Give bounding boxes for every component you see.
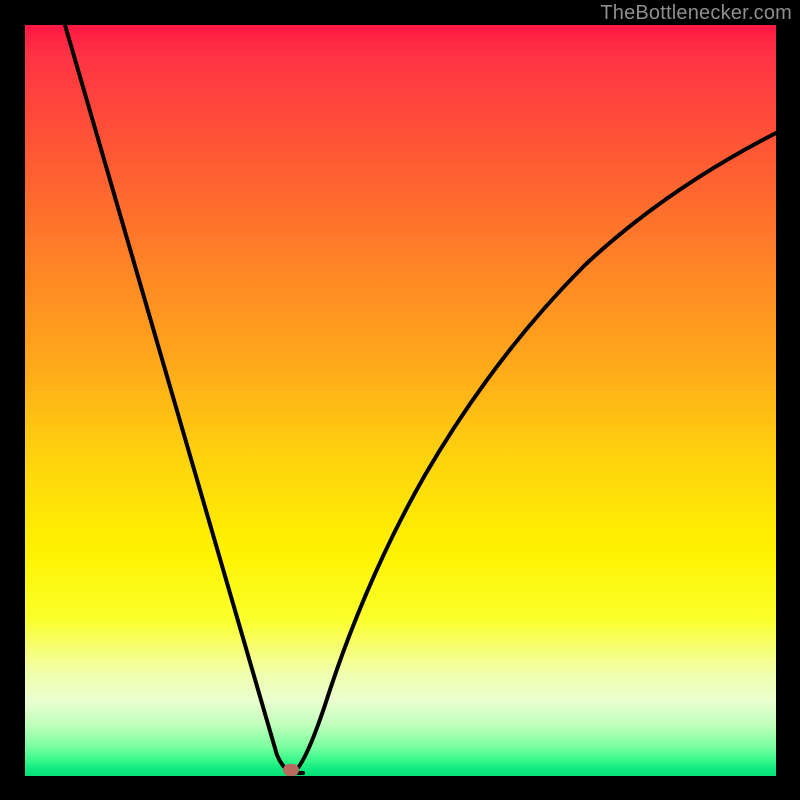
- curve-right-segment: [293, 133, 776, 773]
- watermark-label: TheBottlenecker.com: [600, 2, 792, 25]
- chart-frame: [25, 25, 776, 776]
- bottleneck-curve: [25, 25, 776, 776]
- curve-left-segment: [65, 25, 303, 773]
- minimum-marker: [283, 764, 299, 776]
